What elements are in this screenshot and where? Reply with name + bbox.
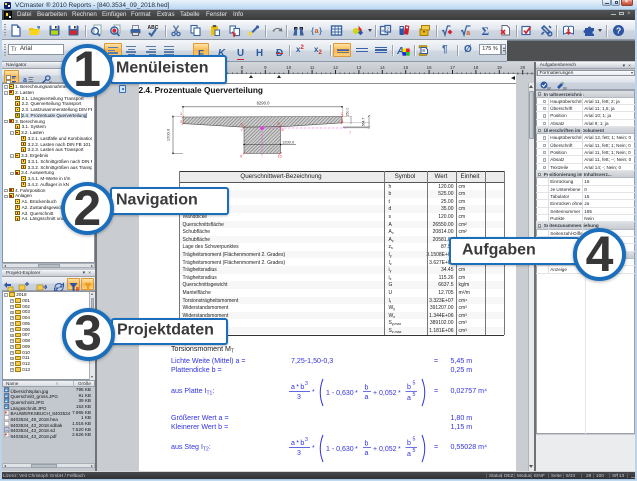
- svg-text:1200.0: 1200.0: [166, 128, 171, 141]
- svg-text:5: 5: [413, 392, 416, 398]
- svg-text:b: b: [407, 384, 411, 391]
- svg-text:19: 19: [497, 65, 502, 70]
- svg-text:15: 15: [403, 65, 408, 70]
- svg-text:9: 9: [240, 155, 242, 159]
- svg-text:a * b: a * b: [291, 384, 304, 391]
- svg-text:a * b: a * b: [291, 440, 304, 447]
- svg-text:564.7: 564.7: [362, 118, 366, 127]
- svg-text:6: 6: [278, 122, 280, 126]
- svg-text:a: a: [315, 28, 319, 35]
- svg-text:*: *: [312, 389, 315, 396]
- svg-text:a: a: [466, 30, 470, 37]
- svg-text:16: 16: [427, 65, 432, 70]
- svg-text:ABC: ABC: [147, 25, 158, 31]
- svg-text:12: 12: [333, 65, 338, 70]
- svg-text:3: 3: [297, 394, 301, 401]
- svg-text:}: }: [319, 27, 322, 36]
- svg-text:b: b: [365, 441, 369, 448]
- svg-text:a: a: [365, 450, 369, 457]
- svg-text:3: 3: [305, 381, 308, 387]
- svg-text:1200.0: 1200.0: [282, 139, 295, 144]
- svg-text:9: 9: [264, 65, 267, 70]
- svg-text:b: b: [407, 440, 411, 447]
- svg-text:1: 1: [180, 112, 182, 116]
- svg-text:a: a: [365, 394, 369, 401]
- svg-text:20: 20: [520, 65, 525, 70]
- svg-text:3: 3: [297, 450, 301, 457]
- svg-text:14: 14: [380, 65, 385, 70]
- svg-text:13: 13: [356, 65, 361, 70]
- svg-text:1 - 0,630 *: 1 - 0,630 *: [326, 390, 358, 397]
- svg-text:7: 7: [349, 131, 351, 135]
- svg-text:+ 0,052 *: + 0,052 *: [373, 446, 401, 453]
- svg-text:*: *: [312, 445, 315, 452]
- svg-text:+ 0,052 *: + 0,052 *: [373, 390, 401, 397]
- svg-text:3: 3: [180, 120, 182, 124]
- svg-text:17: 17: [450, 65, 455, 70]
- svg-text:10: 10: [286, 65, 291, 70]
- svg-text:5: 5: [413, 381, 416, 387]
- svg-text:2: 2: [386, 27, 389, 32]
- svg-text:5: 5: [413, 448, 416, 454]
- svg-text:8: 8: [282, 128, 284, 132]
- svg-text:1 - 0,630 *: 1 - 0,630 *: [326, 446, 358, 453]
- svg-text:11: 11: [310, 65, 315, 70]
- svg-text:?: ?: [616, 26, 621, 36]
- svg-text:8: 8: [241, 65, 244, 70]
- svg-text:250.0: 250.0: [346, 108, 350, 117]
- svg-text:Σ: Σ: [481, 26, 489, 37]
- svg-text:a: a: [407, 451, 411, 458]
- svg-text:3: 3: [305, 437, 308, 443]
- svg-text:5: 5: [413, 437, 416, 443]
- svg-text:a: a: [407, 395, 411, 402]
- svg-text:b: b: [365, 385, 369, 392]
- svg-text:10: 10: [278, 155, 282, 159]
- svg-text:5: 5: [241, 123, 243, 127]
- svg-text:7: 7: [241, 129, 243, 133]
- svg-text:18: 18: [473, 65, 478, 70]
- svg-text:6290.0: 6290.0: [257, 101, 270, 106]
